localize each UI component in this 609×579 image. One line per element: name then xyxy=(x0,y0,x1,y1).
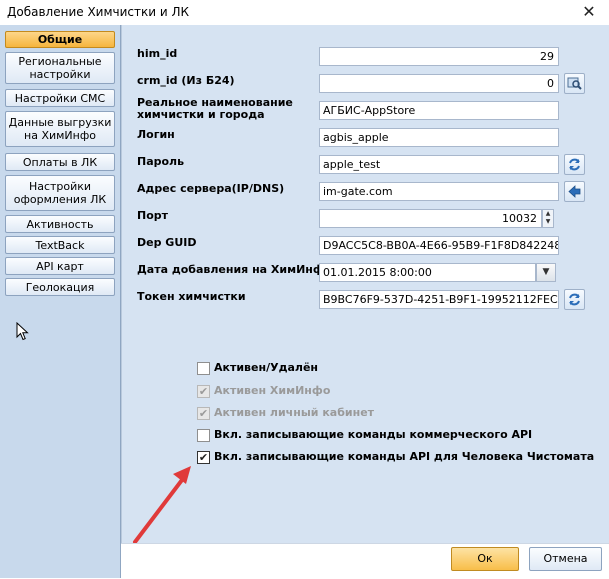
him-id-field[interactable]: 29 xyxy=(319,47,559,66)
token-label: Токен химчистки xyxy=(137,290,246,303)
nav-item-design[interactable]: Настройки оформления ЛК xyxy=(5,175,115,211)
him-id-label: him_id xyxy=(137,47,178,60)
mouse-cursor-icon xyxy=(16,322,29,341)
password-label: Пароль xyxy=(137,155,185,168)
nav-item-export[interactable]: Данные выгрузки на ХимИнфо xyxy=(5,111,115,147)
password-field[interactable]: apple_test xyxy=(319,155,559,174)
nav-item-activity[interactable]: Активность xyxy=(5,215,115,233)
login-label: Логин xyxy=(137,128,175,141)
search-icon[interactable] xyxy=(564,73,585,94)
refresh-icon[interactable] xyxy=(564,289,585,310)
dep-guid-field[interactable]: D9ACC5C8-BB0A-4E66-95B9-F1F8D842248D xyxy=(319,236,559,255)
active-himinfo-label: Активен ХимИнфо xyxy=(214,384,331,397)
active-himinfo-checkbox: ✔ xyxy=(197,385,210,398)
commercial-api-checkbox[interactable] xyxy=(197,429,210,442)
nav-item-sms[interactable]: Настройки СМС xyxy=(5,89,115,107)
ok-button[interactable]: Ок xyxy=(451,547,519,571)
settings-nav: Общие Региональные настройки Настройки С… xyxy=(0,25,121,578)
arrow-left-icon[interactable] xyxy=(564,181,585,202)
real-name-label: Реальное наименование химчистки и города xyxy=(137,96,293,121)
crm-id-field[interactable]: 0 xyxy=(319,74,559,93)
window-title: Добавление Химчистки и ЛК xyxy=(7,5,190,19)
chevron-down-icon[interactable]: ▼ xyxy=(543,218,553,226)
port-label: Порт xyxy=(137,209,169,222)
annotation-arrow-icon xyxy=(133,466,191,544)
date-added-label: Дата добавления на ХимИнфо xyxy=(137,263,332,276)
refresh-icon[interactable] xyxy=(564,154,585,175)
active-deleted-label: Активен/Удалён xyxy=(214,361,319,374)
active-cabinet-checkbox: ✔ xyxy=(197,407,210,420)
commercial-api-label: Вкл. записывающие команды коммерческого … xyxy=(214,428,533,441)
token-field[interactable]: B9BC76F9-537D-4251-B9F1-19952112FEC9 xyxy=(319,290,559,309)
real-name-field[interactable]: АГБИС-AppStore xyxy=(319,101,559,120)
nav-item-api-cards[interactable]: API карт xyxy=(5,257,115,275)
title-bar: Добавление Химчистки и ЛК ✕ xyxy=(0,0,609,26)
port-field[interactable]: 10032 xyxy=(319,209,542,228)
dep-guid-label: Dep GUID xyxy=(137,236,197,249)
crm-id-label: crm_id (Из Б24) xyxy=(137,74,235,87)
nav-item-general[interactable]: Общие xyxy=(5,31,115,48)
nav-item-textback[interactable]: TextBack xyxy=(5,236,115,254)
chevron-down-icon[interactable]: ▼ xyxy=(536,263,556,282)
close-icon[interactable]: ✕ xyxy=(569,0,609,25)
server-label: Адрес сервера(IP/DNS) xyxy=(137,182,285,195)
port-stepper[interactable]: ▲ ▼ xyxy=(542,209,554,228)
nav-item-geolocation[interactable]: Геолокация xyxy=(5,278,115,296)
login-field[interactable]: agbis_apple xyxy=(319,128,559,147)
nav-item-payments[interactable]: Оплаты в ЛК xyxy=(5,153,115,171)
chistomat-api-label: Вкл. записывающие команды API для Челове… xyxy=(214,450,595,463)
cancel-button[interactable]: Отмена xyxy=(529,547,602,571)
date-added-field[interactable]: 01.01.2015 8:00:00 xyxy=(319,263,536,282)
chevron-up-icon[interactable]: ▲ xyxy=(543,210,553,218)
nav-item-regional[interactable]: Региональные настройки xyxy=(5,52,115,84)
active-cabinet-label: Активен личный кабинет xyxy=(214,406,375,419)
active-deleted-checkbox[interactable] xyxy=(197,362,210,375)
server-field[interactable]: im-gate.com xyxy=(319,182,559,201)
